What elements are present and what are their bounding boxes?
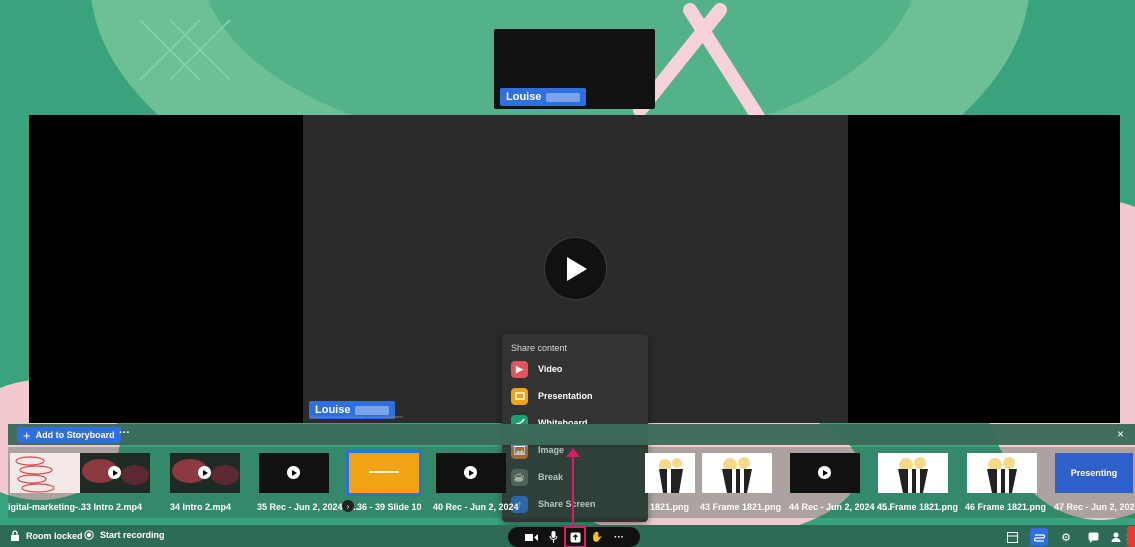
storyboard-toggle-icon[interactable] <box>1030 528 1048 546</box>
thumb-label: 1821.png <box>650 502 690 512</box>
storyboard-close-icon[interactable]: × <box>1117 427 1124 441</box>
play-icon <box>287 466 300 479</box>
thumb-label: 45 Frame 1821.png <box>877 502 959 512</box>
add-to-storyboard-label: Add to Storyboard <box>35 430 115 440</box>
storyboard-thumb[interactable] <box>790 453 860 493</box>
storyboard-thumb-presenting[interactable]: Presenting <box>1055 453 1133 493</box>
microphone-icon[interactable] <box>543 527 563 547</box>
storyboard-more-button[interactable]: ··· <box>119 427 130 439</box>
play-icon[interactable] <box>544 237 607 300</box>
chat-icon[interactable] <box>1084 528 1102 546</box>
thumb-label: 47 Rec - Jun 2, 2024 4:... <box>1054 502 1135 512</box>
storyboard-thumb[interactable] <box>436 453 506 493</box>
raise-hand-icon[interactable]: ✋ <box>587 527 607 547</box>
storyboard-thumb-popcorn[interactable] <box>645 453 695 493</box>
thumb-label: 36 - 39 Slide 10 <box>357 502 422 512</box>
thumb-label: 34 Intro 2.mp4 <box>170 502 232 512</box>
chevron-right-icon[interactable]: › <box>342 500 354 512</box>
room-locked-label: Room locked <box>26 530 83 541</box>
presentation-icon <box>511 387 528 405</box>
menu-item-presentation[interactable]: Presentation <box>511 387 593 405</box>
storyboard-thumb-popcorn[interactable] <box>702 453 772 493</box>
thumb-label: igital-marketing-... <box>8 502 86 512</box>
video-caption: kite-room-id / b-some-manager / product-… <box>310 414 403 419</box>
storyboard-thumb-popcorn[interactable] <box>967 453 1037 493</box>
storyboard-thumb[interactable] <box>170 453 240 493</box>
start-recording-button[interactable]: Start recording <box>84 530 165 540</box>
participant-tile-top[interactable]: Louise <box>494 29 655 109</box>
annotation-arrow-head <box>566 448 580 457</box>
storyboard-thumb[interactable] <box>259 453 329 493</box>
more-options-icon[interactable]: ··· <box>609 527 629 547</box>
thumb-label: 40 Rec - Jun 2, 2024 <box>433 502 519 512</box>
add-to-storyboard-button[interactable]: + Add to Storyboard <box>17 427 121 443</box>
thumb-label: 46 Frame 1821.png <box>965 502 1047 512</box>
play-icon <box>198 466 211 479</box>
layout-grid-icon[interactable] <box>1003 528 1021 546</box>
play-icon <box>818 466 831 479</box>
participant-name: Louise <box>506 91 542 103</box>
menu-item-label: Presentation <box>538 391 593 401</box>
room-locked-button[interactable]: Room locked <box>10 530 83 541</box>
storyboard-thumb-selected[interactable] <box>346 450 422 496</box>
record-icon <box>84 530 94 540</box>
thumb-label: 33 Intro 2.mp4 <box>81 502 143 512</box>
redacted-name-blur <box>546 92 581 102</box>
right-tools: ⚙ 1 <box>1003 527 1131 547</box>
storyboard-thumb[interactable] <box>80 453 150 493</box>
storyboard-thumb-popcorn[interactable] <box>878 453 948 493</box>
menu-item-label: Video <box>538 364 563 374</box>
play-icon <box>108 466 121 479</box>
storyboard-thumb[interactable] <box>10 453 80 493</box>
leave-button[interactable] <box>1127 526 1135 547</box>
share-upload-icon <box>570 532 580 542</box>
person-icon <box>1111 532 1121 542</box>
plus-icon: + <box>23 427 31 443</box>
share-content-title: Share content <box>511 343 568 353</box>
storyboard-header <box>8 424 1135 445</box>
lock-icon <box>11 530 19 541</box>
share-content-button[interactable] <box>564 526 586 547</box>
gear-icon[interactable]: ⚙ <box>1057 528 1075 546</box>
participant-name-tag: Louise <box>500 88 587 106</box>
play-icon: ▶ <box>511 360 528 378</box>
thumb-label: 43 Frame 1821.png <box>700 502 782 512</box>
annotation-arrow <box>572 452 574 525</box>
menu-item-video[interactable]: ▶ Video <box>511 360 562 378</box>
play-icon <box>464 466 477 479</box>
camera-icon[interactable] <box>521 527 541 547</box>
start-recording-label: Start recording <box>100 530 165 540</box>
presenting-badge: Presenting <box>1070 468 1118 478</box>
